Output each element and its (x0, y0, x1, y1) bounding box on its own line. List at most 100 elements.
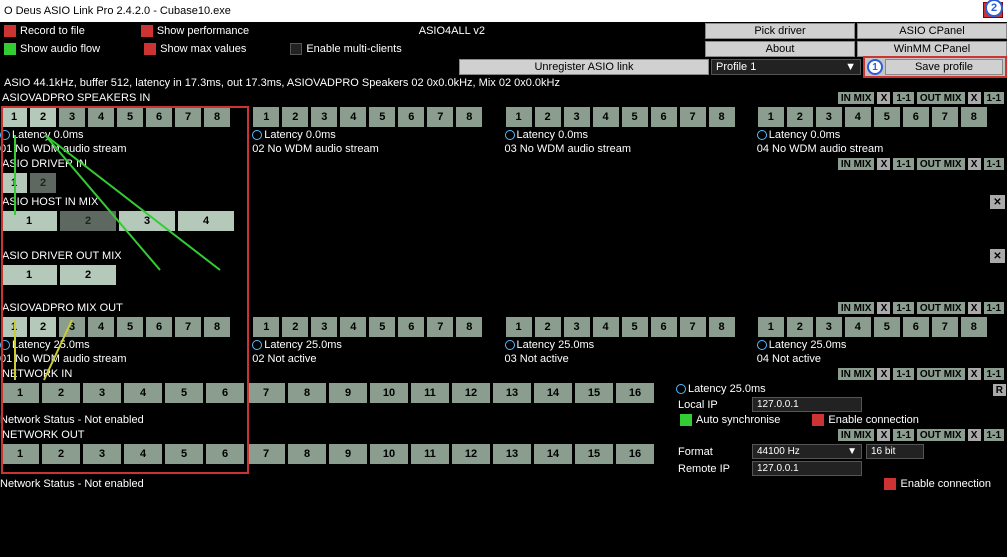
channel-button[interactable]: 5 (164, 382, 204, 404)
channel-button[interactable]: 3 (118, 210, 176, 232)
channel-button[interactable]: 7 (426, 316, 454, 338)
out-mix-badge[interactable]: OUT MIX (916, 91, 966, 105)
channel-button[interactable]: 3 (82, 382, 122, 404)
channel-button[interactable]: 4 (339, 316, 367, 338)
x-badge[interactable]: X (876, 301, 891, 315)
x-badge[interactable]: X (967, 91, 982, 105)
channel-button[interactable]: 1 (252, 316, 280, 338)
channel-button[interactable]: 5 (368, 316, 396, 338)
channel-button[interactable]: 6 (902, 316, 930, 338)
out-mix-badge[interactable]: OUT MIX (916, 301, 966, 315)
one-one-badge[interactable]: 1-1 (892, 91, 914, 105)
out-mix-badge[interactable]: OUT MIX (916, 157, 966, 171)
channel-button[interactable]: 8 (203, 316, 231, 338)
one-one-badge[interactable]: 1-1 (983, 301, 1005, 315)
channel-button[interactable]: 8 (960, 106, 988, 128)
channel-button[interactable]: 1 (0, 172, 28, 194)
channel-button[interactable]: 7 (679, 106, 707, 128)
channel-button[interactable]: 4 (339, 106, 367, 128)
channel-button[interactable]: 5 (621, 316, 649, 338)
channel-button[interactable]: 8 (960, 316, 988, 338)
channel-button[interactable]: 1 (0, 316, 28, 338)
show-max-toggle[interactable]: Show max values (140, 43, 246, 55)
channel-button[interactable]: 7 (679, 316, 707, 338)
unregister-button[interactable]: Unregister ASIO link (459, 59, 709, 75)
channel-button[interactable]: 1 (0, 210, 58, 232)
channel-button[interactable]: 1 (757, 106, 785, 128)
channel-button[interactable]: 1 (0, 264, 58, 286)
channel-button[interactable]: 10 (369, 382, 409, 404)
channel-button[interactable]: 8 (287, 382, 327, 404)
x-badge[interactable]: X (876, 428, 891, 442)
channel-button[interactable]: 1 (252, 106, 280, 128)
enable-conn-toggle[interactable]: Enable connection (880, 477, 991, 491)
channel-button[interactable]: 15 (574, 382, 614, 404)
channel-button[interactable]: 8 (455, 316, 483, 338)
channel-button[interactable]: 5 (873, 106, 901, 128)
channel-button[interactable]: 6 (205, 443, 245, 465)
channel-button[interactable]: 1 (757, 316, 785, 338)
channel-button[interactable]: 14 (533, 382, 573, 404)
channel-button[interactable]: 6 (650, 106, 678, 128)
in-mix-badge[interactable]: IN MIX (837, 91, 876, 105)
channel-button[interactable]: 3 (815, 106, 843, 128)
format-hz-select[interactable]: 44100 Hz▼ (752, 444, 862, 459)
channel-button[interactable]: 3 (815, 316, 843, 338)
save-profile-button[interactable]: Save profile (885, 59, 1003, 75)
channel-button[interactable]: 12 (451, 382, 491, 404)
channel-button[interactable]: 7 (931, 106, 959, 128)
channel-button[interactable]: 4 (844, 106, 872, 128)
channel-button[interactable]: 5 (164, 443, 204, 465)
channel-button[interactable]: 2 (29, 316, 57, 338)
channel-button[interactable]: 3 (310, 106, 338, 128)
channel-button[interactable]: 1 (0, 443, 40, 465)
x-badge[interactable]: X (876, 157, 891, 171)
channel-button[interactable]: 6 (650, 316, 678, 338)
channel-button[interactable]: 2 (59, 264, 117, 286)
channel-button[interactable]: 2 (534, 106, 562, 128)
one-one-badge[interactable]: 1-1 (892, 157, 914, 171)
channel-button[interactable]: 9 (328, 382, 368, 404)
x-badge[interactable]: X (967, 428, 982, 442)
channel-button[interactable]: 2 (29, 172, 57, 194)
channel-button[interactable]: 8 (708, 106, 736, 128)
channel-button[interactable]: 4 (87, 106, 115, 128)
channel-button[interactable]: 5 (368, 106, 396, 128)
in-mix-badge[interactable]: IN MIX (837, 367, 876, 381)
channel-button[interactable]: 2 (29, 106, 57, 128)
show-perf-toggle[interactable]: Show performance (137, 25, 249, 37)
channel-button[interactable]: 2 (41, 382, 81, 404)
channel-button[interactable]: 8 (203, 106, 231, 128)
format-bit-select[interactable]: 16 bit (866, 444, 924, 459)
one-one-badge[interactable]: 1-1 (983, 157, 1005, 171)
channel-button[interactable]: 14 (533, 443, 573, 465)
one-one-badge[interactable]: 1-1 (892, 367, 914, 381)
about-button[interactable]: About (705, 41, 855, 57)
channel-button[interactable]: 10 (369, 443, 409, 465)
x-badge[interactable]: X (967, 301, 982, 315)
channel-button[interactable]: 13 (492, 443, 532, 465)
channel-button[interactable]: 5 (621, 106, 649, 128)
channel-button[interactable]: 2 (534, 316, 562, 338)
channel-button[interactable]: 2 (41, 443, 81, 465)
channel-button[interactable]: 6 (145, 316, 173, 338)
channel-button[interactable]: 7 (246, 382, 286, 404)
one-one-badge[interactable]: 1-1 (892, 428, 914, 442)
one-one-badge[interactable]: 1-1 (983, 428, 1005, 442)
in-mix-badge[interactable]: IN MIX (837, 301, 876, 315)
out-mix-badge[interactable]: OUT MIX (916, 367, 966, 381)
channel-button[interactable]: 7 (174, 106, 202, 128)
channel-button[interactable]: 5 (116, 316, 144, 338)
channel-button[interactable]: 15 (574, 443, 614, 465)
winmm-cpanel-button[interactable]: WinMM CPanel (857, 41, 1007, 57)
channel-button[interactable]: 6 (145, 106, 173, 128)
channel-button[interactable]: 3 (58, 316, 86, 338)
channel-button[interactable]: 4 (123, 382, 163, 404)
channel-button[interactable]: 9 (328, 443, 368, 465)
channel-button[interactable]: 16 (615, 443, 655, 465)
channel-button[interactable]: 1 (505, 316, 533, 338)
in-mix-badge[interactable]: IN MIX (837, 428, 876, 442)
channel-button[interactable]: 3 (58, 106, 86, 128)
channel-button[interactable]: 6 (205, 382, 245, 404)
channel-button[interactable]: 2 (59, 210, 117, 232)
